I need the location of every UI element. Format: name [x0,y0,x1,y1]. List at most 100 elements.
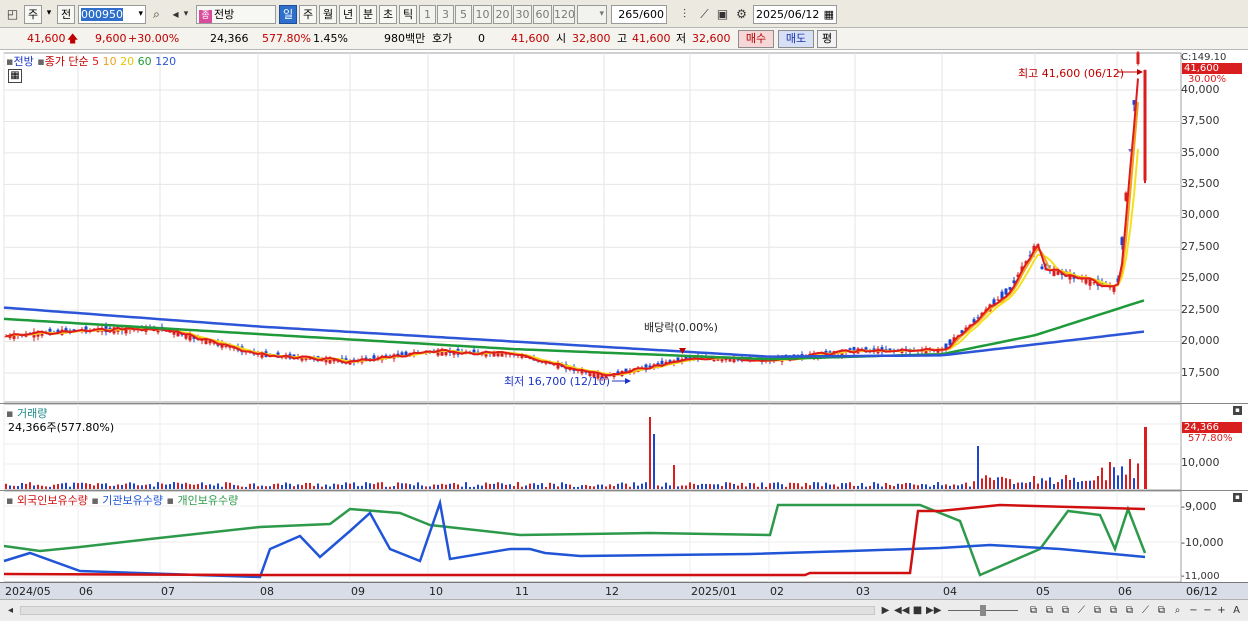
magnify-icon[interactable]: ⌕ [1170,603,1185,618]
scrollbar-track[interactable] [20,606,875,615]
ruler-icon[interactable]: ⟋ [1074,603,1089,618]
sell-button[interactable]: 매도 [778,30,814,48]
period-day[interactable]: 일 [279,5,297,24]
volume-bar [385,486,387,489]
price-chart[interactable] [0,51,1248,403]
volume-bar [1085,480,1087,489]
date-input[interactable]: 2025/06/12 ▦ [753,5,837,24]
trend-line-icon[interactable]: ⟋ [696,6,713,23]
volume-bar [181,483,183,489]
date-tick-current: 06/12 [1186,585,1218,598]
plus-icon[interactable]: + [1214,603,1229,618]
period-week[interactable]: 주 [299,5,317,24]
volume-bar [689,482,691,489]
layout-icon[interactable]: ⧉ [1058,603,1073,618]
eval-button[interactable]: 평 [817,30,837,48]
table-icon[interactable]: ▦ [8,69,22,83]
stock-code-input[interactable]: 000950 ▾ [78,5,146,24]
period-tick[interactable]: 틱 [399,5,417,24]
zoom-out-icon[interactable]: − [1186,603,1201,618]
volume-bar [477,484,479,489]
indicator-icon[interactable]: ⧉ [1090,603,1105,618]
volume-bar [641,483,643,489]
minus-icon[interactable]: − [1200,603,1215,618]
interval-60[interactable]: 60 [533,5,552,24]
volume-bar [237,485,239,489]
volume-bar [9,485,11,489]
fast-forward-icon[interactable]: ▶▶ [926,603,941,618]
volume-bar [369,483,371,489]
scroll-left-icon[interactable]: ◂ [3,603,18,618]
indicator-icon[interactable]: ⧉ [1122,603,1137,618]
price-change-pct: +30.00% [128,32,180,45]
interval-30[interactable]: 30 [513,5,532,24]
indicator-icon[interactable]: ⧉ [1106,603,1121,618]
volume-bar [149,484,151,489]
ma-legend-title: 종가 단순 [44,55,89,68]
volume-bar [801,486,803,489]
volume-bar [469,486,471,489]
chevron-down-icon[interactable]: ▾ [44,5,54,24]
text-tool-icon[interactable]: A [1229,603,1244,618]
interval-10[interactable]: 10 [473,5,492,24]
volume-bar [77,483,79,489]
zoom-slider-thumb[interactable] [980,605,986,616]
buy-button[interactable]: 매수 [738,30,774,48]
period-month[interactable]: 월 [319,5,337,24]
volume-bar [89,483,91,489]
volume-bar [681,485,683,489]
rewind-icon[interactable]: ◀◀ [894,603,909,618]
indicator-icon[interactable]: ⧉ [1154,603,1169,618]
volume-bar [437,484,439,489]
volume-bar [769,483,771,489]
volume-bar [609,484,611,489]
prev-button[interactable]: 전 [57,5,75,24]
play-icon[interactable]: ▶ [878,603,893,618]
period-second[interactable]: 초 [379,5,397,24]
interval-1[interactable]: 1 [419,5,436,24]
layout-icon[interactable]: ⧉ [1026,603,1041,618]
save-icon[interactable]: ▣ [714,6,731,23]
candle-type-icon[interactable]: ⫶ [676,6,693,23]
period-minute[interactable]: 분 [359,5,377,24]
volume-bar [329,486,331,489]
volume-bar [493,483,495,489]
volume-bar [65,482,67,489]
layout-icon[interactable]: ⧉ [1042,603,1057,618]
ma-60-label: 60 [137,55,152,68]
bar-count-value: 265 [618,8,640,21]
volume-bar [605,486,607,489]
interval-custom-select[interactable]: ▾ [577,5,607,24]
volume-chart[interactable] [0,404,1248,491]
interval-3[interactable]: 3 [437,5,454,24]
interval-120[interactable]: 120 [553,5,575,24]
stop-icon[interactable]: ■ [910,603,925,618]
volume-bar [809,485,811,489]
close-icon[interactable]: ▪ [1233,406,1242,415]
volume-bar [817,482,819,489]
date-tick: 04 [943,585,957,598]
volume-bar [789,482,791,489]
gear-icon[interactable]: ⚙ [733,6,750,23]
calendar-icon[interactable]: ▦ [824,6,834,23]
stock-name-field[interactable]: 종 전방 [196,5,276,24]
volume-bar [253,483,255,489]
kospi-badge-icon: 종 [199,10,212,23]
date-tick: 06 [79,585,93,598]
interval-5[interactable]: 5 [455,5,472,24]
market-select[interactable]: 주 [24,5,42,24]
chevron-down-icon[interactable]: ▾ [138,6,143,23]
volume-bar [737,485,739,489]
period-year[interactable]: 년 [339,5,357,24]
volume-bar [1041,478,1043,489]
volume-bar [289,483,291,489]
window-menu-icon[interactable]: ◰ [4,6,21,23]
chevron-down-icon[interactable]: ▾ [181,6,191,23]
interval-20[interactable]: 20 [493,5,512,24]
draw-icon[interactable]: ⟋ [1138,603,1153,618]
search-icon[interactable]: ⌕ [148,6,165,23]
bar-count-input[interactable]: 265/600 [611,5,667,24]
holdings-legend: ▪ 외국인보유수량 ▪ 기관보유수량 ▪ 개인보유수량 [6,492,238,508]
volume-bar [1073,477,1075,489]
close-icon[interactable]: ▪ [1233,493,1242,502]
